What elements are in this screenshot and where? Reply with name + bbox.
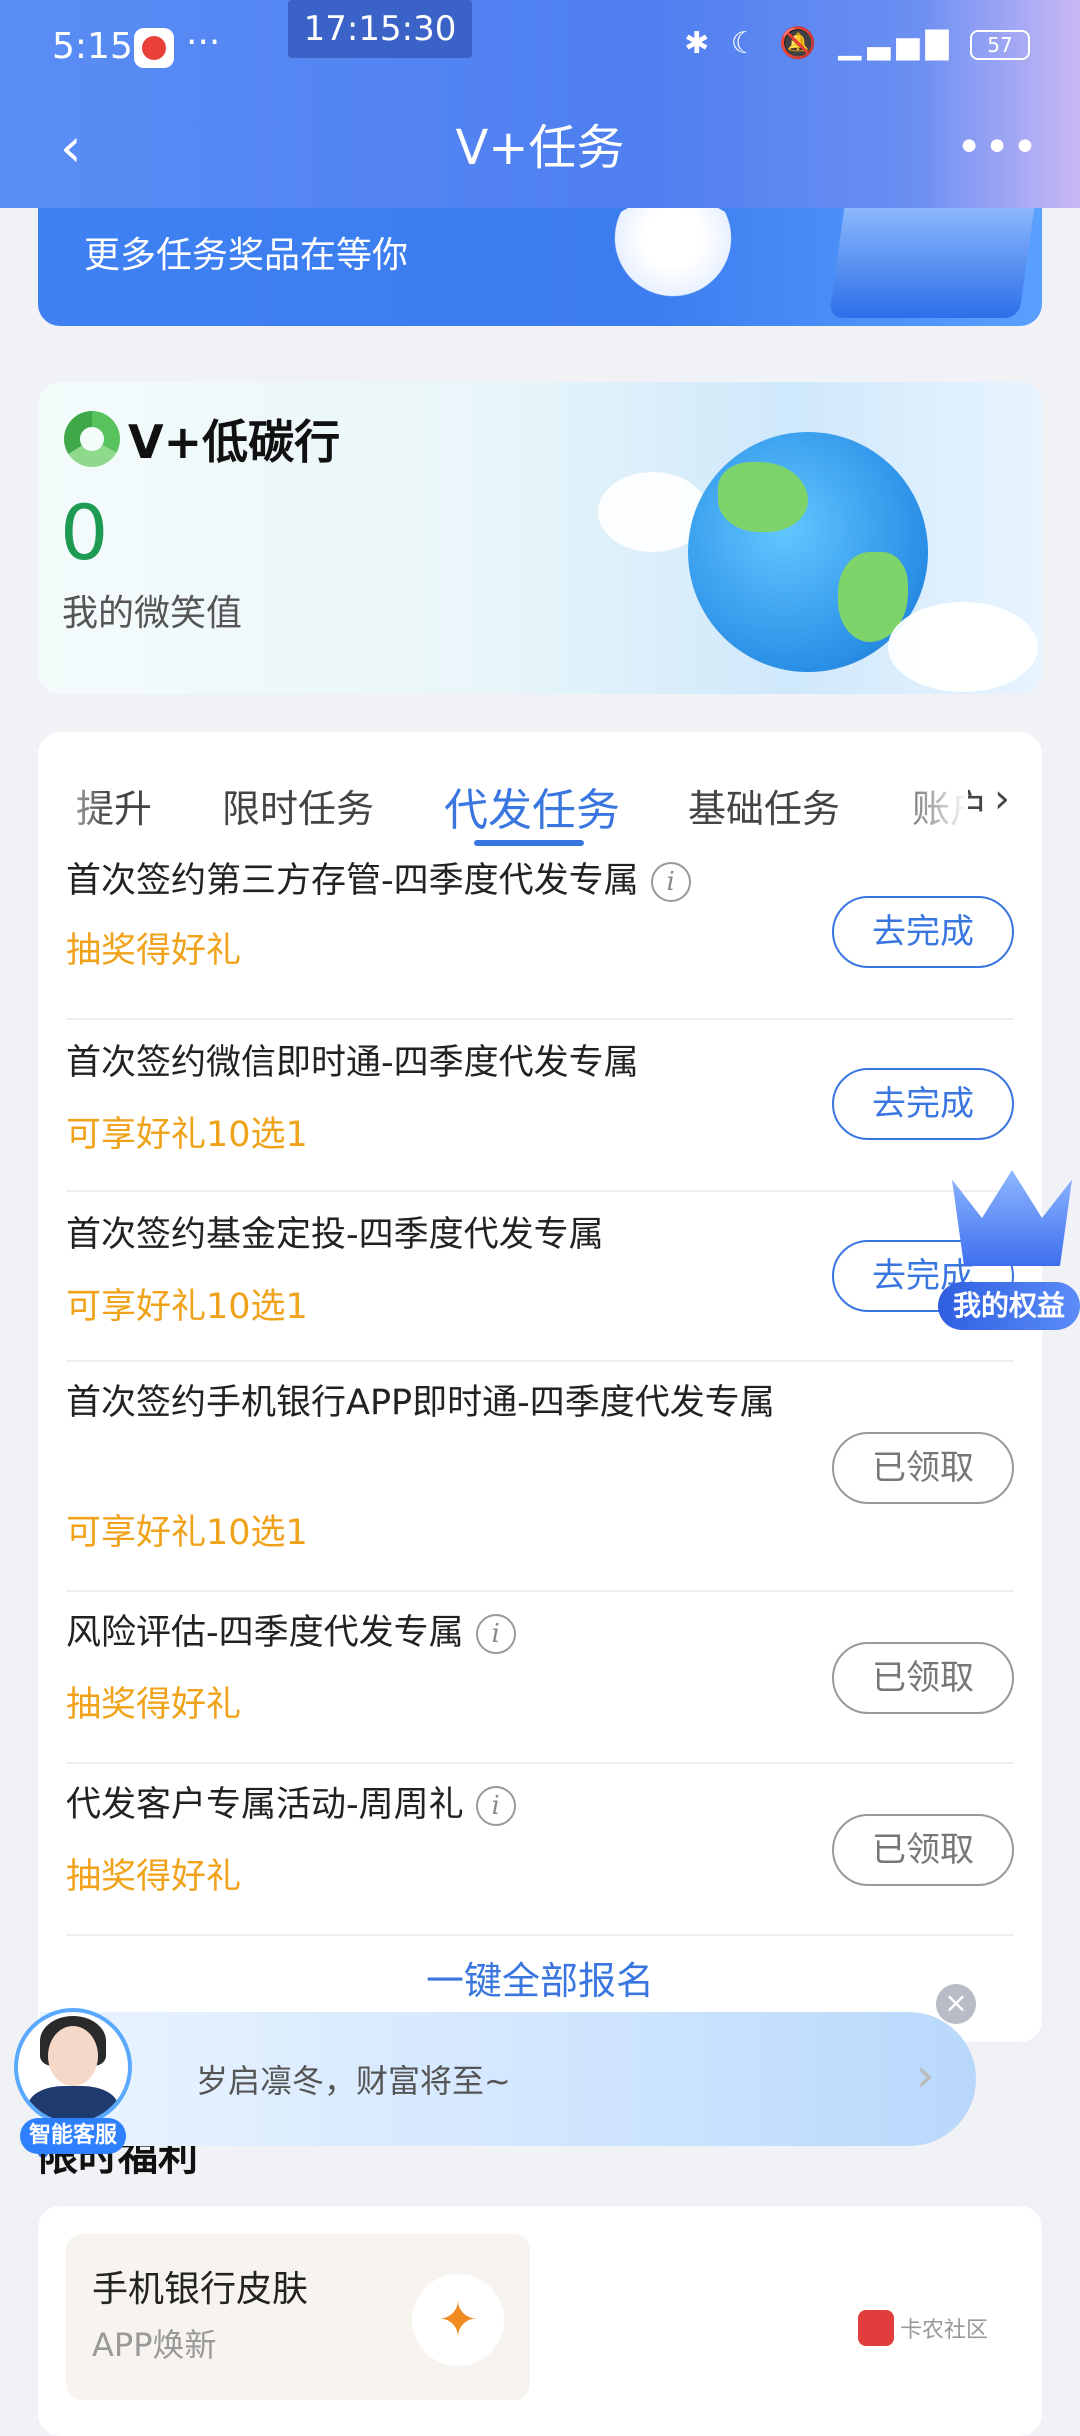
page-title: V+任务 <box>455 120 625 176</box>
tab-limited[interactable]: 限时任务 <box>222 778 374 833</box>
banner-text: 更多任务奖品在等你 <box>84 235 409 276</box>
tab-fade <box>38 762 108 842</box>
task-reward: 可享好礼10选1 <box>66 1513 308 1553</box>
customer-service-bar[interactable]: 岁启凛冬，财富将至~ › <box>40 2012 976 2146</box>
magic-wand-icon: ✦ <box>412 2274 504 2366</box>
my-benefits-float[interactable]: 我的权益 <box>938 1170 1080 1332</box>
task-item: 首次签约微信即时通-四季度代发专属 可享好礼10选1 去完成 <box>66 1020 1014 1192</box>
task-title-row: 首次签约第三方存管-四季度代发专属 i <box>66 852 786 910</box>
task-item: 风险评估-四季度代发专属 i 抽奖得好礼 已领取 <box>66 1592 1014 1764</box>
task-action-button[interactable]: 去完成 <box>832 1068 1014 1140</box>
task-action-button[interactable]: 已领取 <box>832 1432 1014 1504</box>
tab-payroll[interactable]: 代发任务 <box>444 774 620 838</box>
task-item: 代发客户专属活动-周周礼 i 抽奖得好礼 已领取 <box>66 1764 1014 1936</box>
benefit-title: 手机银行皮肤 <box>92 2269 309 2310</box>
task-reward: 抽奖得好礼 <box>66 931 242 971</box>
benefit-card[interactable]: 手机银行皮肤 APP焕新 ✦ <box>66 2234 530 2400</box>
signup-all-button[interactable]: 一键全部报名 <box>38 1950 1042 2005</box>
info-icon[interactable]: i <box>475 1786 516 1826</box>
task-title: 风险评估-四季度代发专属 <box>66 1613 464 1653</box>
tab-fade <box>888 762 968 842</box>
benefit-subtitle: APP焕新 <box>92 2326 217 2364</box>
promo-banner[interactable]: 更多任务奖品在等你 <box>38 208 1042 326</box>
low-carbon-title: V+低碳行 <box>64 406 340 472</box>
task-action-button[interactable]: 去完成 <box>832 896 1014 968</box>
task-title-row: 代发客户专属活动-周周礼 i <box>66 1776 786 1834</box>
status-bar: 5:15 ··· 17:15:30 ✱ ☾ 🔕 ▁▃▅▇ 57 <box>0 0 1080 96</box>
low-carbon-title-text: V+低碳行 <box>128 415 341 469</box>
watermark-text: 卡农社区 <box>900 2318 989 2343</box>
status-icons: ✱ ☾ 🔕 ▁▃▅▇ 57 <box>684 26 1030 61</box>
info-icon[interactable]: i <box>475 1614 516 1654</box>
recycle-icon <box>64 411 120 467</box>
bluetooth-icon: ✱ <box>684 26 716 61</box>
status-more: ··· <box>186 22 221 63</box>
smile-value-label: 我的微笑值 <box>62 593 243 634</box>
status-time: 5:15 <box>52 26 133 67</box>
header: 5:15 ··· 17:15:30 ✱ ☾ 🔕 ▁▃▅▇ 57 ‹ V+任务 •… <box>0 0 1080 208</box>
task-reward: 可享好礼10选1 <box>66 1115 308 1155</box>
task-item: 首次签约手机银行APP即时通-四季度代发专属 可享好礼10选1 已领取 <box>66 1362 1014 1592</box>
task-tabs: 提升 限时任务 代发任务 基础任务 账户 › <box>38 732 1042 850</box>
more-menu-button[interactable]: ••• <box>956 118 1040 178</box>
clock-overlay: 17:15:30 <box>288 0 472 58</box>
signal-icon: ▁▃▅▇ <box>838 26 955 61</box>
mascot-image <box>598 208 748 298</box>
chevron-right-icon[interactable]: › <box>994 776 1010 822</box>
cs-message: 岁启凛冬，财富将至~ <box>196 2062 511 2100</box>
chevron-right-icon: › <box>916 2048 935 2102</box>
cloud-image <box>888 602 1038 692</box>
cs-label: 智能客服 <box>20 2118 126 2154</box>
info-icon[interactable]: i <box>650 862 691 902</box>
task-action-button[interactable]: 已领取 <box>832 1814 1014 1886</box>
task-title-row: 风险评估-四季度代发专属 i <box>66 1604 786 1662</box>
close-icon[interactable]: × <box>936 1984 976 2024</box>
task-reward: 可享好礼10选1 <box>66 1287 308 1327</box>
smile-value: 0 <box>60 488 109 577</box>
mute-icon: 🔕 <box>779 26 823 61</box>
task-reward: 抽奖得好礼 <box>66 1857 242 1897</box>
task-title: 首次签约基金定投-四季度代发专属 <box>66 1215 604 1255</box>
gift-box-image <box>828 208 1038 318</box>
watermark: 卡农社区 <box>858 2310 989 2346</box>
watermark-logo-icon <box>858 2310 894 2346</box>
my-benefits-label: 我的权益 <box>938 1282 1080 1330</box>
avatar-face <box>48 2026 98 2086</box>
tab-basic[interactable]: 基础任务 <box>688 778 840 833</box>
task-title: 代发客户专属活动-周周礼 <box>66 1785 464 1825</box>
task-action-button[interactable]: 已领取 <box>832 1642 1014 1714</box>
task-item: 首次签约基金定投-四季度代发专属 可享好礼10选1 去完成 <box>66 1192 1014 1362</box>
task-reward: 抽奖得好礼 <box>66 1685 242 1725</box>
task-panel: 提升 限时任务 代发任务 基础任务 账户 › 首次签约第三方存管-四季度代发专属… <box>38 732 1042 2042</box>
task-title: 首次签约手机银行APP即时通-四季度代发专属 <box>66 1383 775 1423</box>
battery-icon: 57 <box>970 29 1030 60</box>
active-tab-indicator <box>474 840 584 846</box>
avatar[interactable] <box>14 2008 132 2126</box>
notification-app-icon <box>134 28 174 68</box>
low-carbon-card[interactable]: V+低碳行 0 我的微笑值 <box>38 382 1042 694</box>
task-item: 首次签约第三方存管-四季度代发专属 i 抽奖得好礼 去完成 <box>66 850 1014 1020</box>
crown-icon <box>952 1170 1072 1266</box>
moon-icon: ☾ <box>730 26 764 61</box>
task-title: 首次签约第三方存管-四季度代发专属 <box>66 861 639 901</box>
task-title: 首次签约微信即时通-四季度代发专属 <box>66 1043 639 1083</box>
